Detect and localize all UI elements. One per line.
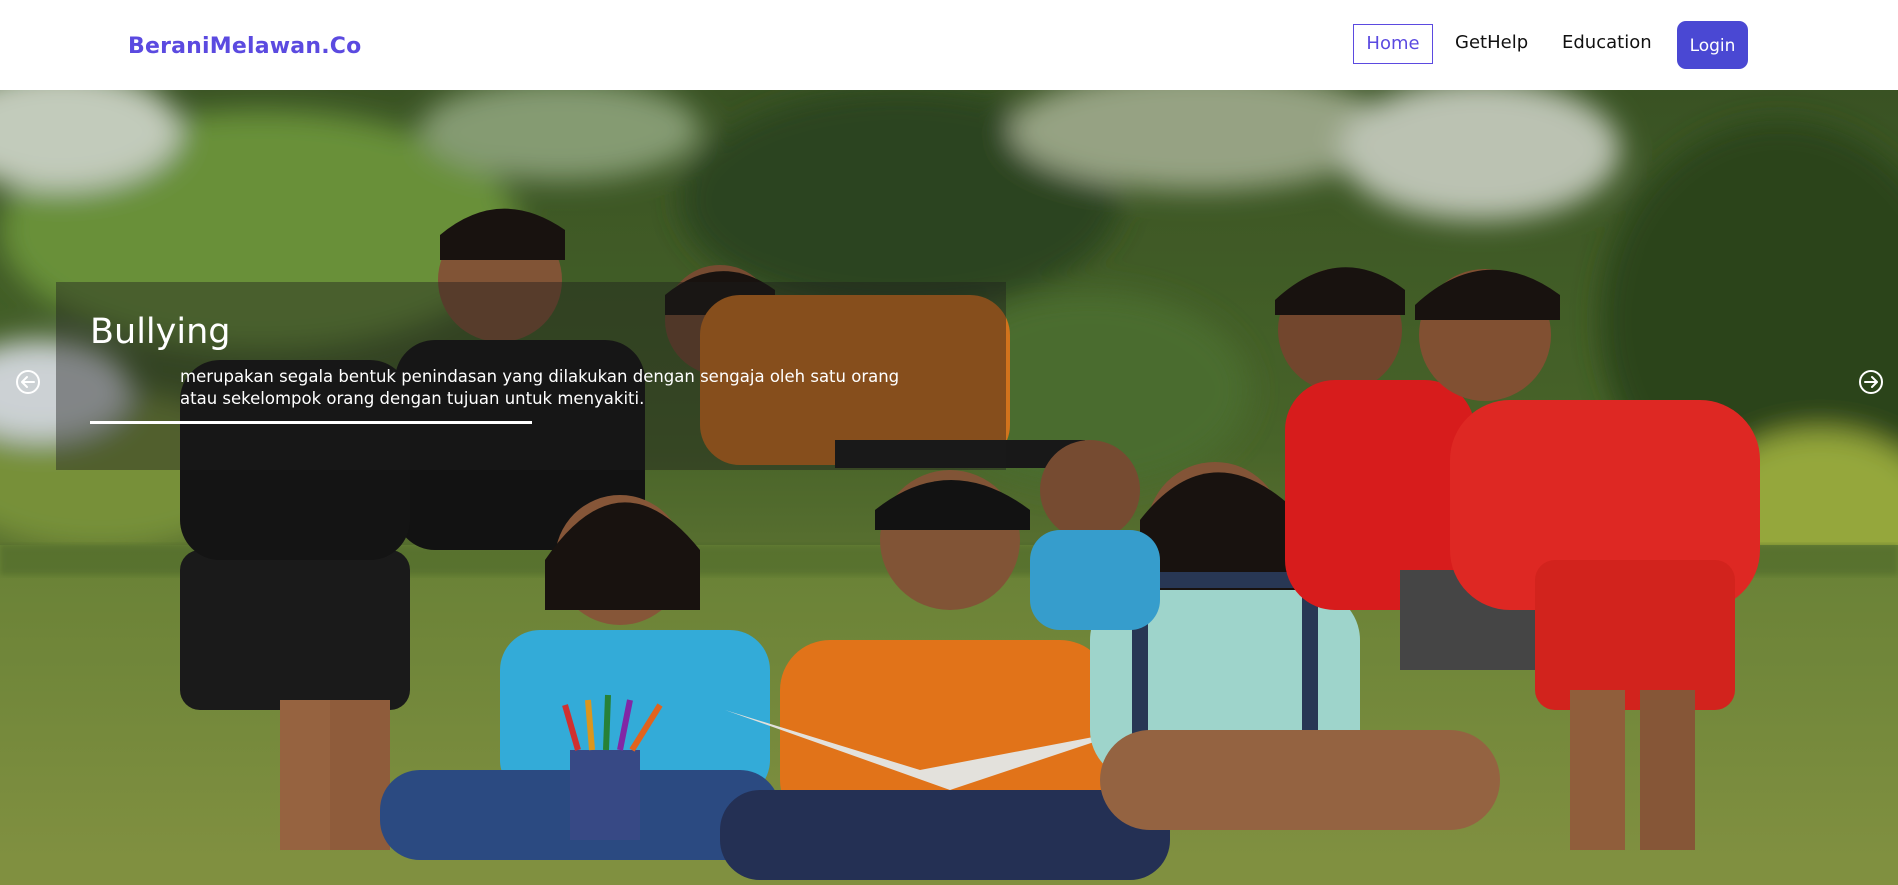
arrow-right-circle-icon[interactable] — [1858, 369, 1884, 395]
hero-image — [0, 90, 1898, 885]
nav-link-home[interactable]: Home — [1353, 24, 1433, 64]
nav-link-education[interactable]: Education — [1562, 24, 1652, 64]
nav-link-gethelp[interactable]: GetHelp — [1455, 24, 1528, 64]
caption-underline — [90, 421, 532, 424]
navbar: BeraniMelawan.Co Home GetHelp Education … — [0, 0, 1898, 90]
caption-title: Bullying — [90, 312, 231, 352]
caption-text: merupakan segala bentuk penindasan yang … — [180, 367, 900, 408]
hero-carousel: Bullying merupakan segala bentuk peninda… — [0, 90, 1898, 885]
arrow-left-circle-icon[interactable] — [15, 369, 41, 395]
login-button[interactable]: Login — [1677, 21, 1748, 69]
carousel-caption: Bullying merupakan segala bentuk peninda… — [56, 282, 1006, 470]
brand-logo[interactable]: BeraniMelawan.Co — [128, 34, 361, 59]
